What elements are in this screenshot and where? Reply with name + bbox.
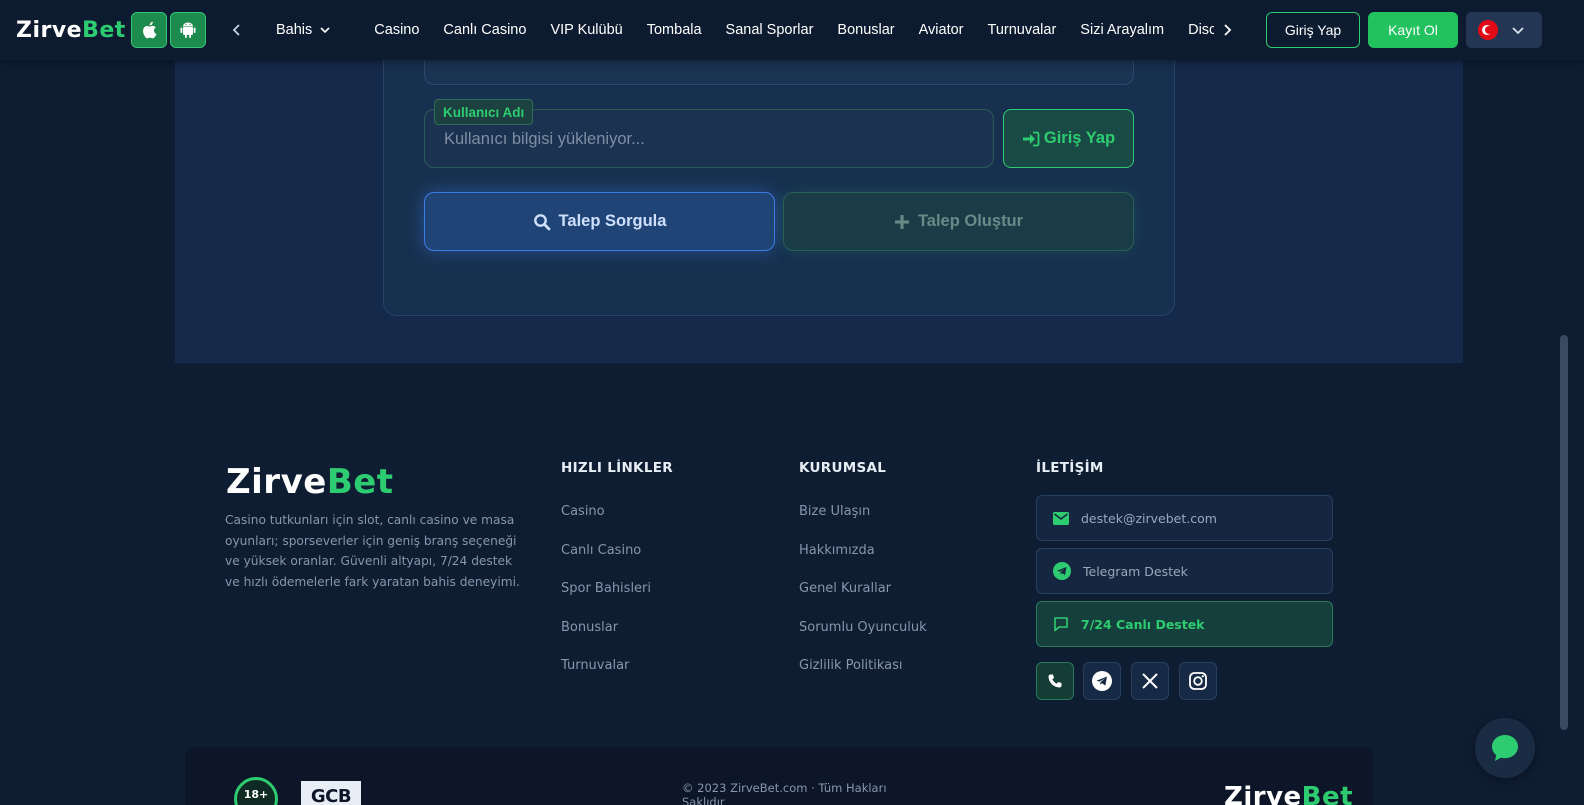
telegram-icon bbox=[1092, 671, 1112, 691]
form-login-button[interactable]: Giriş Yap bbox=[1003, 109, 1134, 168]
top-navbar: ZirveBet Bahis Casino Canlı Casino VIP K… bbox=[0, 0, 1584, 60]
search-icon bbox=[533, 213, 550, 230]
scrollbar-thumb[interactable] bbox=[1560, 335, 1568, 730]
footer-description: Casino tutkunları için slot, canlı casin… bbox=[225, 513, 520, 589]
contact-live-text: 7/24 Canlı Destek bbox=[1081, 616, 1205, 632]
gcb-license-badge[interactable]: GCB bbox=[301, 781, 361, 805]
logo-part1: Zirve bbox=[1224, 782, 1302, 805]
nav-item-label: Bahis bbox=[276, 22, 313, 38]
contact-telegram-text: Telegram Destek bbox=[1083, 563, 1188, 579]
social-telegram-button[interactable] bbox=[1083, 662, 1121, 700]
footer-link-sports[interactable]: Spor Bahisleri bbox=[561, 581, 651, 596]
header-login-button[interactable]: Giriş Yap bbox=[1266, 12, 1360, 48]
nav-item-bonuses[interactable]: Bonuslar bbox=[837, 22, 894, 38]
username-input[interactable] bbox=[444, 126, 964, 152]
ios-app-button[interactable] bbox=[131, 12, 167, 48]
footer-link-responsible[interactable]: Sorumlu Oyunculuk bbox=[799, 620, 927, 635]
footer-link-about[interactable]: Hakkımızda bbox=[799, 543, 875, 558]
nav-item-label: Sizi Arayalım bbox=[1080, 22, 1165, 38]
nav-item-label: Turnuvalar bbox=[987, 22, 1057, 38]
nav-item-label: Canlı Casino bbox=[443, 22, 527, 38]
chat-bubble-icon bbox=[1492, 735, 1518, 761]
header-register-label: Kayıt Ol bbox=[1388, 22, 1438, 38]
footer-link-rules[interactable]: Genel Kurallar bbox=[799, 581, 891, 596]
site-logo[interactable]: ZirveBet bbox=[16, 14, 126, 46]
nav-item-label: Discount bbox=[1188, 22, 1214, 38]
nav-item-label: Tombala bbox=[646, 22, 702, 38]
nav-item-virtual-sports[interactable]: Sanal Sporlar bbox=[726, 22, 814, 38]
contact-email[interactable]: destek@zirvebet.com bbox=[1036, 495, 1333, 541]
mail-icon bbox=[1053, 511, 1069, 525]
phone-icon bbox=[1048, 674, 1062, 688]
nav-item-label: Sanal Sporlar bbox=[725, 22, 814, 38]
bottom-logo: ZirveBet bbox=[1224, 782, 1353, 805]
footer-link-casino[interactable]: Casino bbox=[561, 504, 605, 519]
main-nav: Bahis Casino Canlı Casino VIP Kulübü Tom… bbox=[264, 0, 1214, 60]
nav-item-callback[interactable]: Sizi Arayalım bbox=[1080, 22, 1164, 38]
nav-item-tombala[interactable]: Tombala bbox=[647, 22, 702, 38]
query-request-button[interactable]: Talep Sorgula bbox=[424, 192, 775, 251]
social-x-button[interactable] bbox=[1131, 662, 1169, 700]
nav-scroll-right-icon[interactable] bbox=[1215, 18, 1239, 42]
nav-item-bahis[interactable]: Bahis bbox=[276, 22, 332, 38]
footer-link-bonuses[interactable]: Bonuslar bbox=[561, 620, 618, 635]
footer-logo[interactable]: ZirveBet bbox=[226, 462, 394, 502]
header-login-label: Giriş Yap bbox=[1284, 22, 1342, 38]
android-app-button[interactable] bbox=[170, 12, 206, 48]
android-icon bbox=[180, 22, 196, 38]
social-instagram-button[interactable] bbox=[1179, 662, 1217, 700]
header-register-button[interactable]: Kayıt Ol bbox=[1368, 12, 1458, 48]
logo-part2: Bet bbox=[82, 17, 126, 43]
chevron-down-icon bbox=[320, 27, 330, 34]
chevron-down-icon bbox=[1512, 27, 1524, 35]
x-twitter-icon bbox=[1142, 673, 1158, 689]
social-phone-button[interactable] bbox=[1036, 662, 1074, 700]
footer-link-tournaments[interactable]: Turnuvalar bbox=[561, 658, 629, 673]
contact-telegram[interactable]: Telegram Destek bbox=[1036, 548, 1333, 594]
apple-icon bbox=[143, 21, 157, 39]
query-request-label: Talep Sorgula bbox=[558, 212, 667, 230]
plus-icon bbox=[894, 214, 909, 229]
logo-part1: Zirve bbox=[16, 17, 83, 43]
nav-item-discount[interactable]: Discount bbox=[1188, 22, 1214, 38]
contact-live-support[interactable]: 7/24 Canlı Destek bbox=[1036, 601, 1333, 647]
nav-item-casino[interactable]: Casino bbox=[374, 22, 419, 38]
footer-link-contact[interactable]: Bize Ulaşın bbox=[799, 504, 870, 519]
turkish-flag-icon bbox=[1478, 20, 1498, 40]
instagram-icon bbox=[1189, 672, 1207, 690]
nav-item-tournaments[interactable]: Turnuvalar bbox=[988, 22, 1057, 38]
quick-links-title: HIZLI LİNKLER bbox=[561, 460, 673, 476]
live-chat-launcher[interactable] bbox=[1475, 718, 1535, 778]
telegram-icon bbox=[1053, 562, 1071, 580]
nav-item-vip[interactable]: VIP Kulübü bbox=[550, 22, 622, 38]
nav-item-label: VIP Kulübü bbox=[550, 22, 623, 38]
nav-item-label: Aviator bbox=[918, 22, 964, 38]
create-request-label: Talep Oluştur bbox=[917, 212, 1024, 230]
nav-item-live-casino[interactable]: Canlı Casino bbox=[443, 22, 526, 38]
footer-link-live-casino[interactable]: Canlı Casino bbox=[561, 543, 641, 558]
logo-part2: Bet bbox=[1301, 782, 1354, 805]
corporate-title: KURUMSAL bbox=[799, 460, 887, 476]
nav-scroll-left-icon[interactable] bbox=[225, 18, 249, 42]
contact-email-text: destek@zirvebet.com bbox=[1081, 510, 1217, 526]
nav-item-label: Bonuslar bbox=[837, 22, 895, 38]
language-selector[interactable] bbox=[1466, 12, 1542, 48]
sign-in-icon bbox=[1022, 131, 1040, 146]
footer-link-privacy[interactable]: Gizlilik Politikası bbox=[799, 658, 903, 673]
logo-part1: Zirve bbox=[226, 462, 327, 502]
logo-part2: Bet bbox=[326, 462, 394, 502]
contact-title: İLETİŞİM bbox=[1036, 460, 1104, 476]
username-label: Kullanıcı Adı bbox=[434, 99, 534, 125]
form-login-label: Giriş Yap bbox=[1043, 129, 1116, 147]
copyright-text: © 2023 ZirveBet.com · Tüm Hakları Saklıd… bbox=[682, 781, 887, 805]
nav-item-label: Casino bbox=[374, 22, 420, 38]
nav-item-aviator[interactable]: Aviator bbox=[919, 22, 964, 38]
create-request-button[interactable]: Talep Oluştur bbox=[783, 192, 1134, 251]
chat-icon bbox=[1054, 617, 1068, 632]
